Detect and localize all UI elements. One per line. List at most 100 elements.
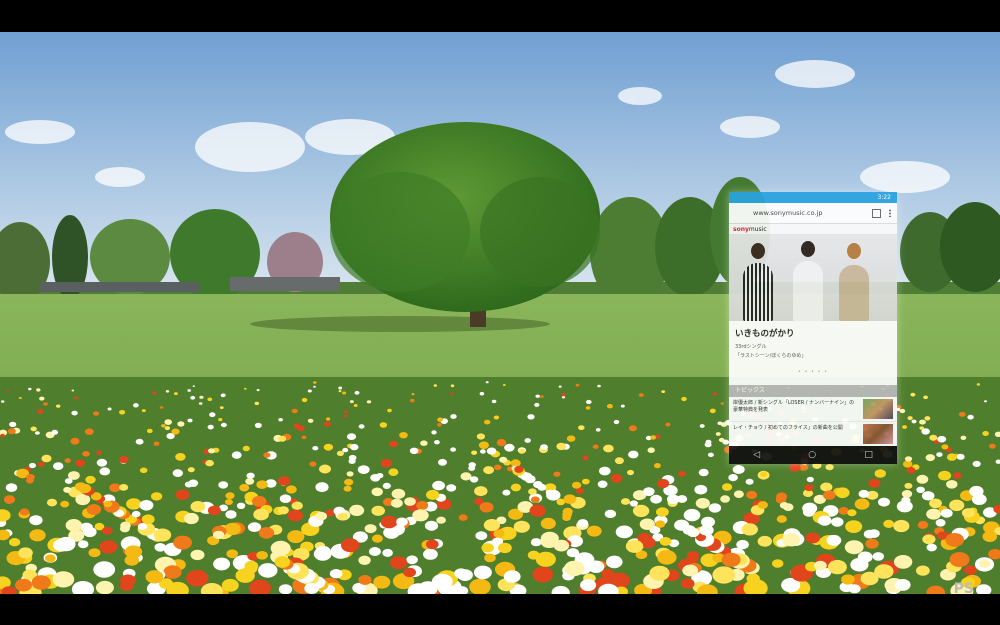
flower <box>680 578 695 589</box>
flower <box>850 557 869 572</box>
flower <box>380 515 398 529</box>
flower <box>510 483 521 492</box>
flower <box>592 444 599 449</box>
flower <box>7 428 16 435</box>
flower <box>524 438 531 443</box>
flower <box>566 435 576 442</box>
flower <box>199 395 204 399</box>
flower <box>757 501 768 509</box>
hero-image[interactable] <box>729 235 897 321</box>
flower <box>209 412 216 418</box>
flower <box>404 497 416 506</box>
flower <box>858 489 870 498</box>
flower <box>656 507 669 517</box>
list-item[interactable]: レイ・チョウ / 初めてのフライス」の新曲を公開 <box>729 422 897 447</box>
flower <box>708 503 722 513</box>
person-right <box>839 265 869 321</box>
flower <box>899 408 906 414</box>
flower <box>187 418 193 423</box>
flower <box>949 552 970 568</box>
flower <box>336 450 344 457</box>
url-bar[interactable]: www.sonymusic.co.jp <box>729 203 897 224</box>
flower <box>854 498 870 510</box>
artist-name[interactable]: いきものがかり <box>735 327 891 339</box>
flower <box>874 564 894 579</box>
flower <box>518 448 526 454</box>
flower <box>163 565 182 579</box>
flower <box>171 428 180 435</box>
head-left <box>751 243 765 259</box>
flower <box>919 426 924 430</box>
flower <box>606 555 623 569</box>
flower <box>37 409 44 414</box>
url-text[interactable]: www.sonymusic.co.jp <box>729 209 872 217</box>
flower <box>924 416 931 421</box>
flower <box>904 482 913 489</box>
phone-browser-overlay[interactable]: 3:22 www.sonymusic.co.jp sonymusic いきものが… <box>729 192 897 464</box>
flower <box>907 416 913 421</box>
overflow-menu-icon[interactable] <box>889 209 891 217</box>
flower <box>207 424 214 430</box>
flower <box>391 488 406 499</box>
flower <box>186 569 209 587</box>
flower <box>390 498 403 508</box>
flower <box>353 404 358 407</box>
flower <box>845 520 863 533</box>
flower <box>159 406 164 409</box>
flower <box>926 543 937 552</box>
topics-header: トピックス <box>729 385 897 397</box>
flower <box>922 534 936 545</box>
flower <box>484 419 491 425</box>
flower <box>19 508 30 516</box>
flower <box>471 450 478 455</box>
flower <box>28 387 32 391</box>
flower <box>893 555 913 569</box>
flower <box>949 499 965 511</box>
flower <box>346 471 354 477</box>
flower <box>545 489 554 496</box>
flower <box>348 458 356 464</box>
flower <box>499 456 508 463</box>
flower <box>70 437 80 445</box>
flower <box>151 492 163 501</box>
flower <box>343 485 352 492</box>
flower <box>654 463 661 469</box>
flower <box>135 438 144 445</box>
carousel-dots[interactable]: • • • • • <box>735 369 891 375</box>
flower <box>315 482 329 493</box>
tabs-icon[interactable] <box>872 208 881 218</box>
flower <box>389 440 398 448</box>
recent-apps-icon[interactable]: □ <box>864 450 873 460</box>
flower <box>450 414 457 419</box>
person-center <box>793 261 823 321</box>
flower <box>941 444 949 450</box>
flower <box>139 500 154 511</box>
back-icon[interactable]: ◁ <box>753 450 760 460</box>
flower <box>695 498 710 509</box>
flower <box>437 417 443 422</box>
topic-text: レイ・チョウ / 初めてのフライス」の新曲を公開 <box>733 425 843 431</box>
flower <box>244 387 247 390</box>
flower <box>946 453 957 461</box>
flower <box>313 381 317 384</box>
flower <box>582 455 589 461</box>
flower <box>301 435 307 440</box>
flower <box>187 389 191 392</box>
flower <box>46 498 58 507</box>
flower <box>712 392 717 396</box>
home-icon[interactable]: ○ <box>808 450 816 460</box>
flower <box>479 502 494 513</box>
flower <box>43 402 48 406</box>
flower <box>373 575 391 589</box>
flower <box>164 426 171 431</box>
site-logo[interactable]: sonymusic <box>733 226 767 233</box>
flower <box>493 464 502 471</box>
flower <box>916 565 930 576</box>
list-item[interactable]: 岸優太郎 / 新シングル「LOSER / ナンバーナイン」の豪華特典を発表 <box>729 397 897 422</box>
flower <box>599 466 611 476</box>
flower <box>935 519 946 527</box>
flower <box>502 489 511 496</box>
flower <box>458 514 468 521</box>
featured-article[interactable]: いきものがかり 33rdシングル 「ラストシーン/ぼくらのゆめ」 • • • •… <box>729 321 897 385</box>
flower <box>291 408 298 414</box>
